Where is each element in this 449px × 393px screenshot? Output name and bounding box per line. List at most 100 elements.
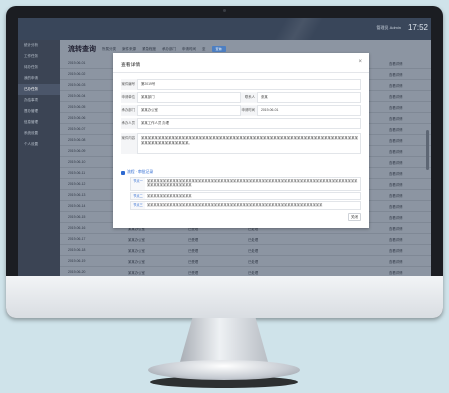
row-action-link[interactable]: 查看详情: [389, 105, 431, 110]
filter-field[interactable]: 紧急程度: [142, 47, 156, 52]
form-row: 承办人员 某某工作人员 办理: [121, 118, 361, 129]
form-row: 申请单位 某某部门 联系人 张某: [121, 92, 361, 103]
date-field: 2019-06-01: [257, 105, 361, 116]
table-row[interactable]: 2019-06-17 某某办公室 已受理 已处理 查看详情: [60, 234, 431, 245]
table-cell: 已受理: [188, 248, 199, 253]
contact-field: 张某: [257, 92, 361, 103]
row-action-link[interactable]: 查看详情: [389, 171, 431, 176]
table-row[interactable]: 2019-06-18 某某办公室 已受理 已处理 查看详情: [60, 245, 431, 256]
content-field: 某某某某某某某某某某某某某某某某某某某某某某某某某某某某某某某某某某某某某某某某…: [137, 133, 361, 154]
sidebar-item[interactable]: 办结事项: [18, 95, 60, 106]
sidebar-item[interactable]: 系统设置: [18, 128, 60, 139]
process-node-text: 某某某某某某某某某某某某某某某某某某某某某某某某某某某某某某某某某某某某某某某某…: [147, 179, 358, 188]
process-row: 节点一 某某某某某某某某某某某某某某某某某某某某某某某某某某某某某某某某某某某某…: [130, 177, 361, 191]
sidebar-item[interactable]: 督办管理: [18, 106, 60, 117]
sidebar-item[interactable]: 统计分析: [18, 40, 60, 51]
row-action-link[interactable]: 查看详情: [389, 215, 431, 220]
scrollbar[interactable]: [426, 130, 429, 170]
row-action-link[interactable]: 查看详情: [389, 127, 431, 132]
row-action-link[interactable]: 查看详情: [389, 193, 431, 198]
process-row: 节点三 某某某某某某某某某某某某某某某某某某某某某某某某某某某某某某某某某某某某…: [130, 201, 361, 210]
process-node-label: 节点二: [131, 193, 145, 199]
row-action-link[interactable]: 查看详情: [389, 83, 431, 88]
row-action-link[interactable]: 查看详情: [389, 72, 431, 77]
divider: [113, 72, 369, 73]
sidebar-item[interactable]: 已办任务: [18, 84, 60, 95]
table-cell: 已处理: [248, 248, 259, 253]
field-label: 申请时间: [241, 105, 257, 116]
close-icon[interactable]: ×: [358, 59, 362, 65]
field-label: 案件编号: [121, 79, 137, 90]
process-node-label: 节点一: [131, 178, 145, 190]
table-cell: 某某办公室: [128, 248, 145, 253]
app-header: 管理员 Admin 17:52: [18, 18, 431, 40]
table-cell: 已受理: [188, 270, 199, 275]
process-node-text: 某某某某某某某某某某某某某某某某某某某某某某某某某某某某某某某某某某某某某某某某…: [147, 203, 323, 207]
filter-field[interactable]: 承办部门: [162, 47, 176, 52]
process-title-text: 流程 · 审批记录: [127, 170, 154, 174]
row-action-link[interactable]: 查看详情: [389, 237, 431, 242]
row-action-link[interactable]: 查看详情: [389, 204, 431, 209]
filter-field[interactable]: 至: [202, 47, 206, 52]
form-row: 案件编号 第2019号: [121, 79, 361, 90]
row-action-link[interactable]: 查看详情: [389, 116, 431, 121]
page-title: 流转查询: [68, 46, 96, 53]
row-action-link[interactable]: 查看详情: [389, 270, 431, 275]
filter-field[interactable]: 案件来源: [122, 47, 136, 52]
filter-field[interactable]: 所属分类: [102, 47, 116, 52]
process-section-title: 流程 · 审批记录: [121, 170, 153, 175]
row-action-link[interactable]: 查看详情: [389, 259, 431, 264]
modal-title: 查看详情: [121, 63, 141, 68]
form-row: 案件内容 某某某某某某某某某某某某某某某某某某某某某某某某某某某某某某某某某某某…: [121, 133, 361, 154]
monitor-stand: [180, 318, 268, 362]
row-action-link[interactable]: 查看详情: [389, 160, 431, 165]
field-label: 承办人员: [121, 118, 137, 129]
form-row: 承办部门 某某办公室 申请时间 2019-06-01: [121, 105, 361, 116]
monitor: 管理员 Admin 17:52 统计分析 工作任务 待办任务 我的申请 已办任务 办结事项…: [6, 6, 443, 318]
table-cell: 2019-06-20: [68, 270, 86, 274]
table-row[interactable]: 2019-06-20 某某办公室 已受理 已处理 查看详情: [60, 267, 431, 276]
sidebar-item[interactable]: 待办任务: [18, 62, 60, 73]
table-cell: 已处理: [248, 237, 259, 242]
sidebar-item[interactable]: 信息管理: [18, 117, 60, 128]
close-button[interactable]: 关闭: [348, 213, 361, 221]
field-label: 联系人: [241, 92, 257, 103]
field-label: 案件内容: [121, 133, 137, 154]
table-cell: 某某办公室: [128, 270, 145, 275]
header-decoration: [268, 18, 348, 40]
table-cell: 2019-06-17: [68, 237, 86, 241]
row-action-link[interactable]: 查看详情: [389, 61, 431, 66]
table-cell: 某某办公室: [128, 259, 145, 264]
row-action-link[interactable]: 查看详情: [389, 138, 431, 143]
applicant-field: 某某部门: [137, 92, 241, 103]
sidebar-item[interactable]: 个人设置: [18, 139, 60, 150]
row-action-link[interactable]: 查看详情: [389, 248, 431, 253]
sidebar-item[interactable]: 我的申请: [18, 73, 60, 84]
row-action-link[interactable]: 查看详情: [389, 94, 431, 99]
search-button[interactable]: 查询: [211, 46, 226, 52]
screen: 管理员 Admin 17:52 统计分析 工作任务 待办任务 我的申请 已办任务 办结事项…: [18, 18, 431, 276]
table-cell: 已受理: [188, 259, 199, 264]
process-row: 节点二 某某某某某某某某某某某某某某: [130, 192, 361, 200]
table-cell: 某某办公室: [128, 237, 145, 242]
camera: [223, 9, 226, 12]
row-action-link[interactable]: 查看详情: [389, 149, 431, 154]
clock: 17:52: [407, 23, 428, 32]
table-cell: 已受理: [188, 237, 199, 242]
table-cell: 2019-06-18: [68, 248, 86, 252]
field-label: 申请单位: [121, 92, 137, 103]
process-node-text: 某某某某某某某某某某某某某某: [147, 194, 192, 198]
filter-field[interactable]: 申请时间: [182, 47, 196, 52]
table-cell: 2019-06-19: [68, 259, 86, 263]
sidebar: 统计分析 工作任务 待办任务 我的申请 已办任务 办结事项 督办管理 信息管理 系统设置 个人设置: [18, 40, 60, 276]
user-name[interactable]: 管理员 Admin: [377, 25, 401, 31]
row-action-link[interactable]: 查看详情: [389, 226, 431, 231]
detail-modal: 查看详情 × 案件编号 第2019号 申请单位 某某部门 联系人 张某 承办部门…: [113, 53, 369, 228]
table-cell: 已处理: [248, 259, 259, 264]
dept-field: 某某办公室: [137, 105, 241, 116]
sidebar-item[interactable]: 工作任务: [18, 51, 60, 62]
row-action-link[interactable]: 查看详情: [389, 182, 431, 187]
process-node-label: 节点三: [131, 202, 145, 209]
table-row[interactable]: 2019-06-19 某某办公室 已受理 已处理 查看详情: [60, 256, 431, 267]
monitor-base: [148, 360, 300, 380]
